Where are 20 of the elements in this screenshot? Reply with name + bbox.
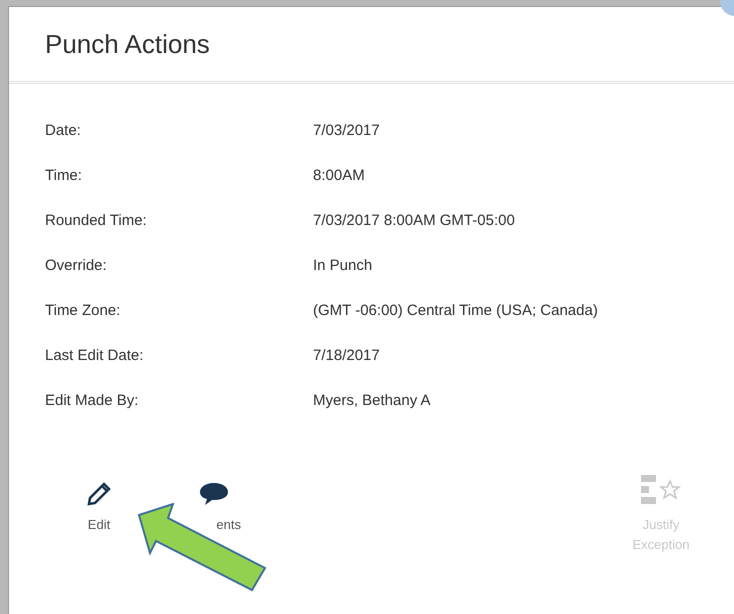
- comments-button[interactable]: ents: [189, 475, 241, 535]
- speech-bubble-icon: [199, 481, 229, 507]
- field-value: 7/03/2017: [313, 121, 380, 141]
- field-label: Rounded Time:: [45, 211, 148, 231]
- field-value: 7/03/2017 8:00AM GMT-05:00: [313, 211, 515, 231]
- field-label: Time Zone:: [45, 301, 122, 321]
- field-value: Myers, Bethany A: [313, 391, 431, 411]
- field-value: 8:00AM: [313, 166, 365, 186]
- dialog-title: Punch Actions: [45, 28, 210, 60]
- field-label: Time:: [45, 166, 83, 186]
- list-star-icon: [641, 475, 681, 507]
- field-label: Last Edit Date:: [45, 346, 144, 366]
- field-label: Override:: [45, 256, 108, 276]
- field-label: Date:: [45, 121, 82, 141]
- edit-button[interactable]: Edit: [69, 475, 129, 535]
- field-label: Edit Made By:: [45, 391, 140, 411]
- field-value: In Punch: [313, 256, 372, 276]
- pencil-icon: [86, 481, 112, 507]
- field-value: 7/18/2017: [313, 346, 380, 366]
- field-value: (GMT -06:00) Central Time (USA; Canada): [313, 301, 598, 321]
